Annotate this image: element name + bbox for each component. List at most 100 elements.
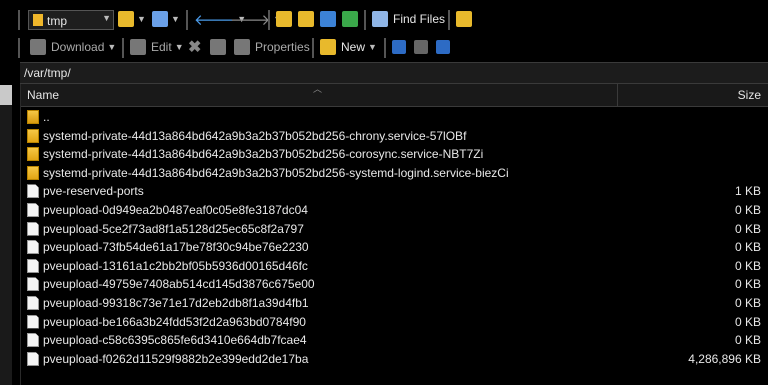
file-list-row[interactable]: pveupload-49759e7408ab514cd145d3876c675e… bbox=[21, 275, 768, 294]
file-size: 0 KB bbox=[734, 258, 761, 273]
file-list-row[interactable]: pveupload-5ce2f73ad8f1a5128d25ec65c8f2a7… bbox=[21, 220, 768, 239]
file-name: pveupload-49759e7408ab514cd145d3876c675e… bbox=[43, 277, 315, 292]
file-name: pveupload-f0262d11529f9882b2e399edd2de17… bbox=[43, 351, 309, 366]
unselect-icon bbox=[414, 40, 428, 54]
file-name: pveupload-5ce2f73ad8f1a5128d25ec65c8f2a7… bbox=[43, 221, 304, 236]
file-list-header: Name ︿ Size bbox=[21, 84, 768, 107]
rename-button[interactable] bbox=[210, 36, 226, 58]
file-list-row[interactable]: systemd-private-44d13a864bd642a9b3a2b37b… bbox=[21, 164, 768, 183]
file-actions-toolbar: Download ▼ Edit ▼ ✖ Properties New ▼ bbox=[0, 36, 768, 60]
folder-icon bbox=[27, 165, 39, 180]
file-rows: .. systemd-private-44d13a864bd642a9b3a2b3… bbox=[21, 108, 768, 368]
path-bar[interactable]: /var/tmp/ bbox=[20, 62, 768, 84]
file-list-row[interactable]: .. bbox=[21, 108, 768, 127]
file-list-row[interactable]: pve-reserved-ports 1 KB bbox=[21, 182, 768, 201]
toolbar-separator bbox=[364, 10, 366, 30]
properties-label: Properties bbox=[255, 40, 310, 54]
file-size: 0 KB bbox=[734, 240, 761, 255]
home-directory-button[interactable] bbox=[320, 8, 336, 30]
file-name: pveupload-be166a3b24fdd53f2d2a963bd0784f… bbox=[43, 314, 306, 329]
new-icon bbox=[320, 39, 336, 55]
file-list-row[interactable]: pveupload-73fb54de61a17be78f30c94be76e22… bbox=[21, 238, 768, 257]
download-button[interactable]: Download ▼ bbox=[30, 36, 116, 58]
file-icon bbox=[27, 351, 39, 366]
file-name: systemd-private-44d13a864bd642a9b3a2b37b… bbox=[43, 147, 484, 162]
file-name: pveupload-c58c6395c865fe6d3410e664db7fca… bbox=[43, 333, 307, 348]
file-icon bbox=[27, 202, 39, 217]
root-directory-button[interactable] bbox=[298, 8, 314, 30]
file-icon bbox=[27, 333, 39, 348]
file-list-row[interactable]: pveupload-be166a3b24fdd53f2d2a963bd0784f… bbox=[21, 313, 768, 332]
file-icon bbox=[27, 277, 39, 292]
navigation-toolbar: tmp ▼ ▼ ▼ 🡐 ▼ 🡒▼ Find Files bbox=[0, 8, 768, 34]
file-list-row[interactable]: systemd-private-44d13a864bd642a9b3a2b37b… bbox=[21, 127, 768, 146]
properties-icon bbox=[234, 39, 250, 55]
folder-icon bbox=[27, 147, 39, 162]
select-all-button[interactable] bbox=[392, 36, 406, 58]
column-header-size[interactable]: Size bbox=[738, 88, 761, 102]
file-icon bbox=[27, 295, 39, 310]
toolbar-separator bbox=[312, 38, 314, 58]
tree-toggle-button[interactable] bbox=[456, 8, 472, 30]
delete-button[interactable]: ✖ bbox=[188, 36, 201, 58]
folder-open-icon bbox=[118, 11, 134, 27]
file-list-row[interactable]: pveupload-99318c73e71e17d2eb2db8f1a39d4f… bbox=[21, 294, 768, 313]
file-name: pve-reserved-ports bbox=[43, 184, 144, 199]
find-files-button[interactable]: Find Files bbox=[372, 8, 445, 30]
file-name: systemd-private-44d13a864bd642a9b3a2b37b… bbox=[43, 165, 509, 180]
back-icon: 🡐 bbox=[194, 11, 235, 29]
download-label: Download bbox=[51, 40, 105, 54]
find-files-label: Find Files bbox=[393, 12, 446, 26]
file-list-row[interactable]: pveupload-c58c6395c865fe6d3410e664db7fca… bbox=[21, 331, 768, 350]
file-name: systemd-private-44d13a864bd642a9b3a2b37b… bbox=[43, 128, 467, 143]
unselect-all-button[interactable] bbox=[414, 36, 428, 58]
file-name: pveupload-13161a1c2bb2bf05b5936d00165d46… bbox=[43, 258, 308, 273]
find-files-icon bbox=[372, 11, 388, 27]
edit-button[interactable]: Edit ▼ bbox=[130, 36, 184, 58]
sort-ascending-icon: ︿ bbox=[313, 84, 323, 94]
toolbar-separator bbox=[122, 38, 124, 58]
file-name: .. bbox=[43, 110, 50, 124]
filter-button[interactable]: ▼ bbox=[152, 8, 180, 30]
file-list-row[interactable]: pveupload-f0262d11529f9882b2e399edd2de17… bbox=[21, 350, 768, 369]
toolbar-separator bbox=[448, 10, 450, 30]
file-size: 0 KB bbox=[734, 221, 761, 236]
file-size: 0 KB bbox=[734, 333, 761, 348]
parent-folder-icon bbox=[27, 110, 39, 124]
filter-selection-button[interactable] bbox=[436, 36, 450, 58]
file-list[interactable]: Name ︿ Size .. systemd-private-44d13a864b… bbox=[20, 84, 768, 385]
edit-label: Edit bbox=[151, 40, 172, 54]
file-icon bbox=[27, 221, 39, 236]
file-list-row[interactable]: pveupload-0d949ea2b0487eaf0c05e8fe3187dc… bbox=[21, 201, 768, 220]
rename-icon bbox=[210, 39, 226, 55]
file-list-row[interactable]: pveupload-13161a1c2bb2bf05b5936d00165d46… bbox=[21, 257, 768, 276]
current-path: /var/tmp/ bbox=[24, 66, 71, 80]
folder-icon bbox=[27, 128, 39, 143]
file-name: pveupload-0d949ea2b0487eaf0c05e8fe3187dc… bbox=[43, 202, 308, 217]
delete-icon: ✖ bbox=[188, 39, 202, 56]
refresh-button[interactable] bbox=[342, 8, 358, 30]
column-header-name[interactable]: Name bbox=[27, 88, 59, 102]
toolbar-separator bbox=[18, 38, 20, 58]
folder-icon bbox=[33, 14, 43, 26]
column-divider[interactable] bbox=[617, 84, 618, 106]
left-panel-tab[interactable] bbox=[0, 85, 12, 105]
select-all-icon bbox=[392, 40, 406, 54]
forward-button[interactable]: 🡒▼ bbox=[230, 8, 282, 30]
file-size: 1 KB bbox=[734, 184, 761, 199]
filter-icon bbox=[152, 11, 168, 27]
directory-combo[interactable]: tmp ▼ bbox=[28, 10, 114, 30]
file-icon bbox=[27, 184, 39, 199]
properties-button[interactable]: Properties bbox=[234, 36, 310, 58]
tree-toggle-icon bbox=[456, 11, 472, 27]
toolbar-separator bbox=[18, 10, 20, 30]
filter-icon bbox=[436, 40, 450, 54]
parent-directory-button[interactable] bbox=[276, 8, 292, 30]
file-size: 0 KB bbox=[734, 314, 761, 329]
toolbar-separator bbox=[186, 10, 188, 30]
file-size: 0 KB bbox=[734, 295, 761, 310]
new-button[interactable]: New ▼ bbox=[320, 36, 377, 58]
file-list-row[interactable]: systemd-private-44d13a864bd642a9b3a2b37b… bbox=[21, 145, 768, 164]
open-folder-button[interactable]: ▼ bbox=[118, 8, 146, 30]
file-name: pveupload-99318c73e71e17d2eb2db8f1a39d4f… bbox=[43, 295, 309, 310]
